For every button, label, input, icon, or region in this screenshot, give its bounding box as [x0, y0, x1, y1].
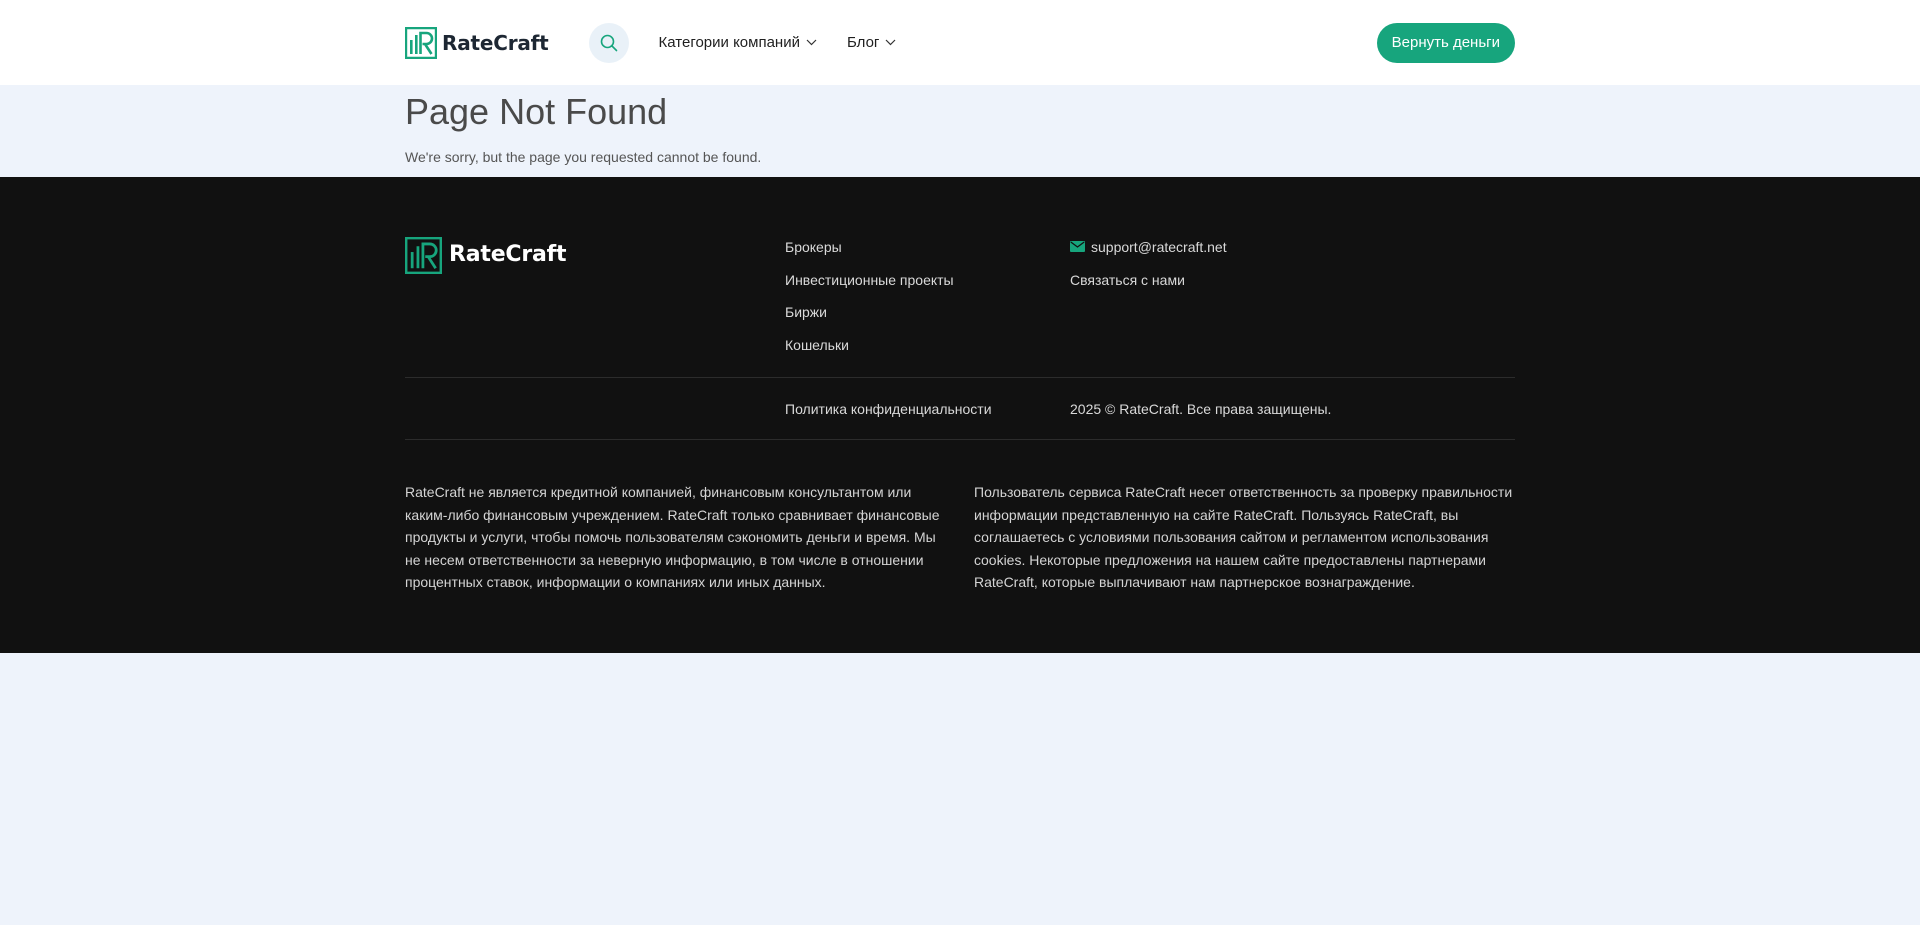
- not-found-section: Page Not Found We're sorry, but the page…: [0, 85, 1920, 177]
- nav-item-label: Блог: [846, 34, 880, 51]
- footer-contact: support@ratecraft.net Связаться с нами: [1070, 239, 1227, 377]
- contact-us-link[interactable]: Связаться с нами: [1070, 272, 1227, 305]
- footer-legal-bar: Политика конфиденциальности 2025 © RateC…: [405, 377, 1515, 440]
- search-button[interactable]: [588, 22, 629, 63]
- support-email-link[interactable]: support@ratecraft.net: [1070, 239, 1227, 272]
- not-found-message: We're sorry, but the page you requested …: [405, 149, 762, 166]
- footer-link-wallets[interactable]: Кошельки: [785, 337, 1070, 370]
- footer-disclaimers: RateCraft не является кредитной компание…: [405, 440, 1515, 594]
- refund-button[interactable]: Вернуть деньги: [1376, 22, 1515, 63]
- footer-top: RateCraft Брокеры Инвестиционные проекты…: [405, 177, 1515, 377]
- main-nav: Категории компаний Блог: [659, 34, 927, 51]
- header-container: RateCraft Категории компаний Блог Вернут…: [405, 0, 1515, 85]
- footer-links: Брокеры Инвестиционные проекты Биржи Кош…: [785, 239, 1070, 377]
- support-email: support@ratecraft.net: [1091, 239, 1227, 255]
- chevron-down-icon: [885, 39, 896, 46]
- logo-mark-icon: [405, 237, 442, 274]
- chevron-down-icon: [806, 39, 817, 46]
- copyright-text: 2025 © RateCraft. Все права защищены.: [1070, 400, 1332, 417]
- footer-link-investments[interactable]: Инвестиционные проекты: [785, 272, 1070, 305]
- search-icon: [600, 34, 617, 51]
- disclaimer-left: RateCraft не является кредитной компание…: [405, 484, 940, 590]
- nav-item-blog[interactable]: Блог: [847, 34, 896, 51]
- footer-logo[interactable]: RateCraft: [405, 237, 785, 377]
- logo-mark-icon: [405, 26, 437, 59]
- footer-link-brokers[interactable]: Брокеры: [785, 239, 1070, 272]
- mail-icon: [1070, 241, 1085, 252]
- disclaimer-right: Пользователь сервиса RateCraft несет отв…: [974, 484, 1513, 590]
- logo-link[interactable]: RateCraft: [405, 26, 549, 59]
- page-title: Page Not Found: [405, 91, 668, 132]
- site-header: RateCraft Категории компаний Блог Вернут…: [0, 0, 1920, 85]
- footer-logo-text: RateCraft: [449, 242, 567, 267]
- privacy-policy-link[interactable]: Политика конфиденциальности: [785, 401, 1070, 417]
- nav-item-label: Категории компаний: [658, 34, 800, 51]
- nav-item-categories[interactable]: Категории компаний: [659, 34, 817, 51]
- site-footer: RateCraft Брокеры Инвестиционные проекты…: [0, 177, 1920, 653]
- logo-text: RateCraft: [442, 30, 549, 55]
- footer-link-exchanges[interactable]: Биржи: [785, 304, 1070, 337]
